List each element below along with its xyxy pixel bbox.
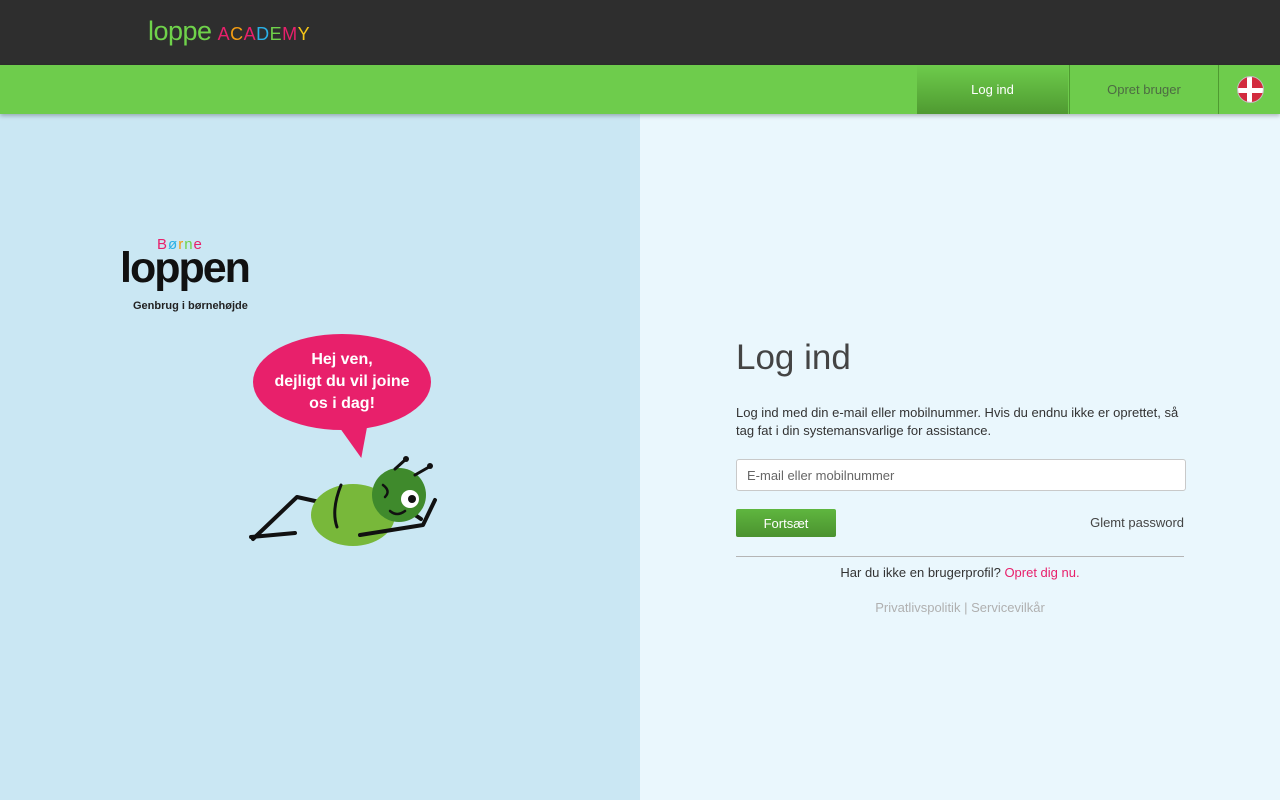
footer-links: Privatlivspolitik | Servicevilkår [736, 600, 1184, 615]
logo-tagline: Genbrug i børnehøjde [133, 300, 248, 312]
logo-main-text: loppen [120, 244, 251, 292]
brand-academy-letter: C [230, 24, 244, 44]
brand-academy-letter: A [243, 24, 257, 44]
login-actions: Fortsæt Glemt password [736, 509, 1186, 537]
borneloppen-logo: Børne loppen Genbrug i børnehøjde [120, 236, 255, 316]
brand-academy: ACADEMY [218, 24, 311, 45]
brand-academy-letter: D [256, 24, 270, 44]
signup-prompt-line: Har du ikke en brugerprofil? Opret dig n… [736, 565, 1184, 580]
brand-academy-letter: Y [297, 24, 311, 44]
continue-button[interactable]: Fortsæt [736, 509, 836, 537]
bubble-line-1: Hej ven, [311, 351, 373, 368]
language-selector[interactable] [1220, 65, 1280, 114]
privacy-policy-link[interactable]: Privatlivspolitik [875, 600, 960, 615]
divider [736, 556, 1184, 557]
forgot-password-link[interactable]: Glemt password [1090, 515, 1184, 530]
brand-academy-letter: A [217, 24, 231, 44]
brand-academy-letter: M [282, 24, 298, 44]
brand-academy-letter: E [269, 24, 283, 44]
brand-name: loppe [148, 16, 212, 46]
nav-bar: Log ind Opret bruger [0, 65, 1280, 114]
brand-logo[interactable]: loppe ACADEMY [148, 16, 310, 48]
terms-of-service-link[interactable]: Servicevilkår [971, 600, 1045, 615]
top-bar: loppe ACADEMY [0, 0, 1280, 65]
denmark-flag-icon [1236, 76, 1264, 103]
bubble-line-3: os i dag! [309, 395, 375, 412]
login-form: Log ind Log ind med din e-mail eller mob… [736, 330, 1186, 615]
bug-mascot-illustration [249, 456, 437, 546]
nav-register-tab[interactable]: Opret bruger [1069, 65, 1219, 114]
login-description: Log ind med din e-mail eller mobilnummer… [736, 405, 1179, 438]
signup-link[interactable]: Opret dig nu. [1004, 565, 1079, 580]
nav-login-tab[interactable]: Log ind [917, 65, 1068, 114]
signup-prompt: Har du ikke en brugerprofil? [840, 565, 1001, 580]
footer-separator: | [964, 600, 968, 615]
login-title: Log ind [736, 338, 851, 377]
email-or-phone-input[interactable] [736, 459, 1186, 491]
bubble-line-2: dejligt du vil joine [274, 373, 410, 390]
speech-bubble: Hej ven, dejligt du vil joine os i dag! [253, 334, 431, 430]
